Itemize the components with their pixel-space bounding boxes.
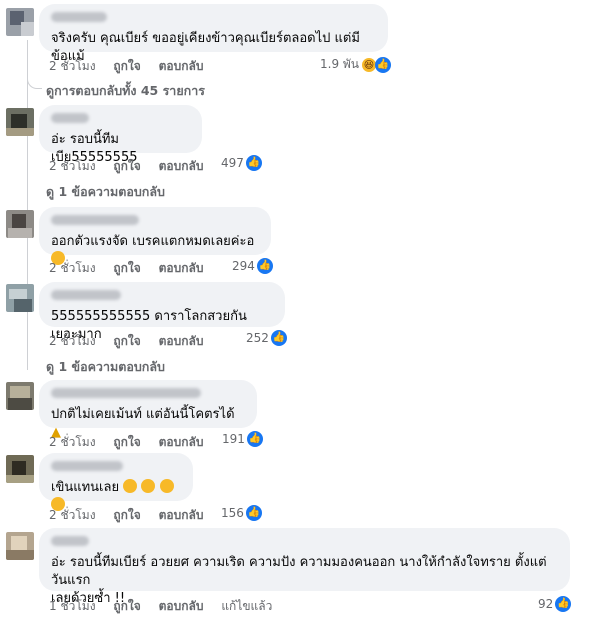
comment-time[interactable]: 2 ชั่วโมง	[49, 157, 96, 176]
laughing-emoji-icon	[141, 479, 156, 493]
view-replies-link[interactable]: ดู 1 ข้อความตอบกลับ	[46, 182, 165, 202]
laughing-emoji-icon	[159, 479, 174, 493]
like-reaction-icon: 👍	[256, 258, 273, 274]
reply-connector	[27, 62, 42, 89]
comment-actions: 2 ชั่วโมง ถูกใจ ตอบกลับ	[49, 332, 217, 351]
like-link[interactable]: ถูกใจ	[113, 506, 140, 525]
comment-actions: 2 ชั่วโมง ถูกใจ ตอบกลับ	[49, 157, 217, 176]
like-link[interactable]: ถูกใจ	[113, 433, 140, 452]
reaction-number: 92	[538, 597, 554, 611]
commenter-name-blurred[interactable]	[51, 536, 89, 546]
like-reaction-icon: 👍	[555, 596, 572, 612]
comment-time[interactable]: 2 ชั่วโมง	[49, 506, 96, 525]
like-reaction-icon: 👍	[270, 330, 287, 346]
comment-actions: 1 ชั่วโมง ถูกใจ ตอบกลับ แก้ไขแล้ว	[49, 597, 286, 616]
reaction-number: 497	[221, 156, 244, 170]
commenter-name-blurred[interactable]	[51, 215, 139, 225]
like-reaction-icon: 👍	[245, 505, 262, 521]
reaction-count[interactable]: 497 👍	[221, 155, 262, 171]
thread-line	[27, 40, 28, 370]
comment-text-content: ออกตัวแรงจัด เบรคแตกหมดเลยค่ะอ	[51, 234, 255, 249]
comment-bubble: ออกตัวแรงจัด เบรคแตกหมดเลยค่ะอ	[39, 207, 271, 265]
comment-time[interactable]: 2 ชั่วโมง	[49, 433, 96, 452]
reply-link[interactable]: ตอบกลับ	[159, 259, 204, 278]
comment-actions: 2 ชั่วโมง ถูกใจ ตอบกลับ	[49, 57, 217, 76]
avatar[interactable]	[6, 532, 34, 560]
avatar[interactable]	[6, 108, 34, 136]
comment-time[interactable]: 2 ชั่วโมง	[49, 332, 96, 351]
commenter-name-blurred[interactable]	[51, 12, 107, 22]
commenter-name-blurred[interactable]	[51, 388, 201, 398]
comment-bubble: จริงครับ คุณเบียร์ ขออยู่เคียงข้าวคุณเบี…	[39, 4, 388, 64]
comment-text-content: ปกติไม่เคยเม้นท์ แต่อันนี้โคตรได้	[51, 407, 235, 422]
reaction-number: 252	[246, 331, 269, 345]
avatar[interactable]	[6, 284, 34, 312]
avatar[interactable]	[6, 455, 34, 483]
like-link[interactable]: ถูกใจ	[113, 597, 140, 616]
reply-link[interactable]: ตอบกลับ	[159, 433, 204, 452]
view-replies-link[interactable]: ดู 1 ข้อความตอบกลับ	[46, 357, 165, 377]
avatar[interactable]	[6, 8, 34, 36]
comment-time[interactable]: 2 ชั่วโมง	[49, 259, 96, 278]
like-link[interactable]: ถูกใจ	[113, 157, 140, 176]
commenter-name-blurred[interactable]	[51, 290, 121, 300]
avatar[interactable]	[6, 382, 34, 410]
comment-actions: 2 ชั่วโมง ถูกใจ ตอบกลับ	[49, 433, 217, 452]
comment-bubble: อ่ะ รอบนี้ทีมเบียร์ อวยยศ ความเริด ความป…	[39, 528, 570, 606]
reaction-number: 156	[221, 506, 244, 520]
comment-time[interactable]: 2 ชั่วโมง	[49, 57, 96, 76]
avatar[interactable]	[6, 210, 34, 238]
view-replies-link[interactable]: ดูการตอบกลับทั้ง 45 รายการ	[46, 81, 205, 101]
comment-bubble: ปกติไม่เคยเม้นท์ แต่อันนี้โคตรได้ ▲	[39, 380, 257, 440]
reaction-count[interactable]: 191 👍	[222, 431, 263, 447]
laughing-emoji-icon	[123, 479, 138, 493]
like-reaction-icon: 👍	[245, 155, 262, 171]
comment-actions: 2 ชั่วโมง ถูกใจ ตอบกลับ	[49, 506, 217, 525]
reaction-count[interactable]: 252 👍	[246, 330, 287, 346]
reply-link[interactable]: ตอบกลับ	[159, 332, 204, 351]
reaction-count[interactable]: 92 👍	[538, 596, 572, 612]
reaction-number: 191	[222, 432, 245, 446]
reply-link[interactable]: ตอบกลับ	[159, 57, 204, 76]
like-link[interactable]: ถูกใจ	[113, 57, 140, 76]
comment-time[interactable]: 1 ชั่วโมง	[49, 597, 96, 616]
reply-link[interactable]: ตอบกลับ	[159, 506, 204, 525]
reaction-number: 1.9 พัน	[320, 57, 360, 71]
like-link[interactable]: ถูกใจ	[113, 259, 140, 278]
comment-bubble: อ่ะ รอบนี้ทีมเบีย55555555	[39, 105, 202, 165]
reply-link[interactable]: ตอบกลับ	[159, 597, 204, 616]
reaction-number: 294	[232, 259, 255, 273]
comment-text-content: เขินแทนเลย	[51, 480, 120, 495]
commenter-name-blurred[interactable]	[51, 461, 123, 471]
comment-bubble: 555555555555 ดาราโลกสวยกันเยอะมาก	[39, 282, 285, 342]
comment-actions: 2 ชั่วโมง ถูกใจ ตอบกลับ	[49, 259, 217, 278]
like-link[interactable]: ถูกใจ	[113, 332, 140, 351]
reaction-count[interactable]: 156 👍	[221, 505, 262, 521]
reaction-count[interactable]: 294 👍	[232, 258, 273, 274]
reply-link[interactable]: ตอบกลับ	[159, 157, 204, 176]
reaction-count[interactable]: 1.9 พัน 😆 👍	[320, 55, 392, 74]
edited-label[interactable]: แก้ไขแล้ว	[221, 597, 272, 616]
comment-bubble: เขินแทนเลย	[39, 453, 193, 511]
like-reaction-icon: 👍	[375, 56, 392, 73]
commenter-name-blurred[interactable]	[51, 113, 89, 123]
like-reaction-icon: 👍	[246, 431, 263, 447]
